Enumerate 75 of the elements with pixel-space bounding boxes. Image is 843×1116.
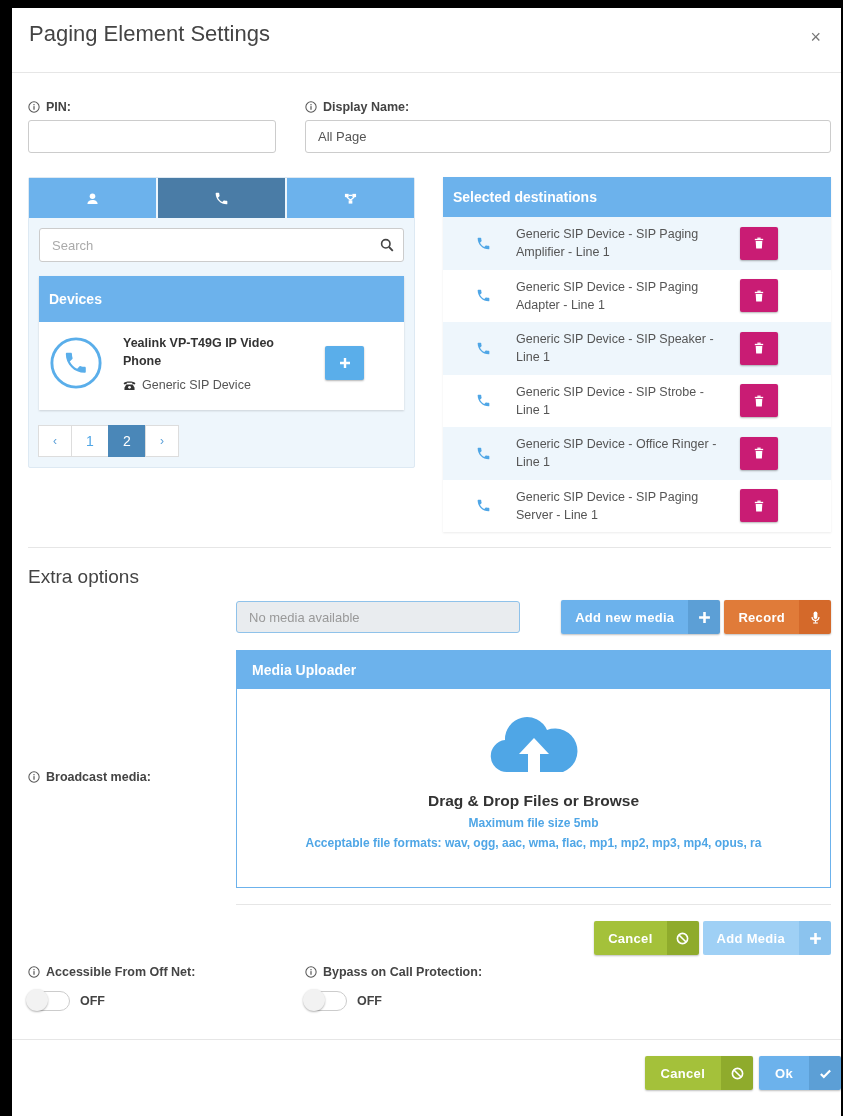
delete-button[interactable] <box>740 279 778 313</box>
info-icon <box>28 771 40 783</box>
devices-header: Devices <box>39 276 404 322</box>
destination-name: Generic SIP Device - SIP Paging Adapter - Line 1 <box>516 278 700 314</box>
drop-heading: Drag & Drop Files or Browse <box>428 792 639 810</box>
field-label: Broadcast media: <box>46 770 151 784</box>
trash-icon <box>754 499 764 512</box>
plus-icon <box>338 357 351 369</box>
trash-icon <box>754 237 764 250</box>
field-label: Bypass on Call Protection: <box>323 965 483 979</box>
user-icon <box>86 191 99 205</box>
previous-page-button[interactable]: ‹ <box>38 425 72 457</box>
microphone-icon <box>808 610 822 624</box>
drop-zone[interactable]: Drag & Drop Files or Browse Maximum file size 5mb Acceptable file formats: wav, ogg, aac, wma, flac, mp1, mp2, mp3, mp4, opus, ra <box>237 689 830 887</box>
trash-icon <box>754 342 764 355</box>
ban-icon <box>676 931 690 945</box>
ban-icon <box>730 1066 744 1080</box>
toggle-state: OFF <box>357 994 382 1008</box>
search-field[interactable]: Search <box>39 228 404 262</box>
add-button[interactable] <box>325 346 364 380</box>
add-media-button[interactable]: Add new media <box>561 600 721 634</box>
formats-note: Acceptable file formats: wav, ogg, aac, wma, flac, mp1, mp2, mp3, mp4, opus, ra <box>305 836 762 850</box>
toggle-switch[interactable] <box>28 991 70 1011</box>
phone-icon <box>477 394 490 408</box>
field-label: Display Name: <box>323 100 410 114</box>
delete-button[interactable] <box>740 489 778 523</box>
phone-icon <box>477 499 490 513</box>
toggle-state: OFF <box>80 994 105 1008</box>
field-label: PIN: <box>46 100 71 114</box>
phone-icon <box>477 446 490 460</box>
ok-button[interactable]: Ok <box>759 1056 841 1090</box>
delete-button[interactable] <box>740 331 778 365</box>
display-name-field[interactable]: All Page <box>305 120 831 153</box>
info-icon <box>28 966 40 978</box>
info-icon <box>305 966 317 978</box>
delete-button[interactable] <box>740 226 778 260</box>
trash-icon <box>754 447 764 460</box>
page-button[interactable]: 2 <box>108 425 146 457</box>
info-icon <box>305 101 317 113</box>
uploader-header: Media Uploader <box>237 651 830 689</box>
destination-name: Generic SIP Device - SIP Paging Server - Line 1 <box>516 488 700 524</box>
destination-name: Generic SIP Device - SIP Speaker - Line 1 <box>516 331 715 367</box>
trash-icon <box>754 394 764 407</box>
phone-circle-icon <box>49 336 103 390</box>
phone-icon <box>215 191 228 205</box>
record-button[interactable]: Record <box>724 600 831 634</box>
dialog-title: Paging Element Settings <box>29 21 270 47</box>
destination-name: Generic SIP Device - Office Ringer - Line 1 <box>516 436 718 472</box>
field-label: Accessible From Off Net: <box>46 965 196 979</box>
delete-button[interactable] <box>740 384 778 418</box>
next-page-button[interactable]: › <box>145 425 179 457</box>
info-icon <box>28 101 40 113</box>
phone-icon <box>477 236 490 250</box>
delete-button[interactable] <box>740 436 778 470</box>
plus-icon <box>808 931 822 945</box>
phone-icon <box>477 341 490 355</box>
pin-field[interactable] <box>28 120 276 153</box>
search-icon <box>380 238 394 252</box>
cancel-button[interactable]: Cancel <box>644 1056 754 1090</box>
destination-name: Generic SIP Device - SIP Strobe - Line 1 <box>516 383 705 419</box>
network-icon <box>344 191 357 205</box>
device-type: Generic SIP Device <box>142 378 251 392</box>
trash-icon <box>754 289 764 302</box>
section-title: Extra options <box>28 566 140 588</box>
toggle-switch[interactable] <box>305 991 347 1011</box>
size-note: Maximum file size 5mb <box>468 816 599 830</box>
destinations-header: Selected destinations <box>443 177 831 217</box>
close-button[interactable]: × <box>804 25 827 49</box>
page-button[interactable]: 1 <box>71 425 109 457</box>
cancel-button[interactable]: Cancel <box>594 921 699 955</box>
phone-icon <box>477 289 490 303</box>
plus-icon <box>697 610 711 624</box>
desk-phone-icon <box>123 379 136 391</box>
device-name: Yealink VP-T49G IP Video Phone <box>123 335 275 370</box>
destination-name: Generic SIP Device - SIP Paging Amplifier - Line 1 <box>516 226 700 262</box>
